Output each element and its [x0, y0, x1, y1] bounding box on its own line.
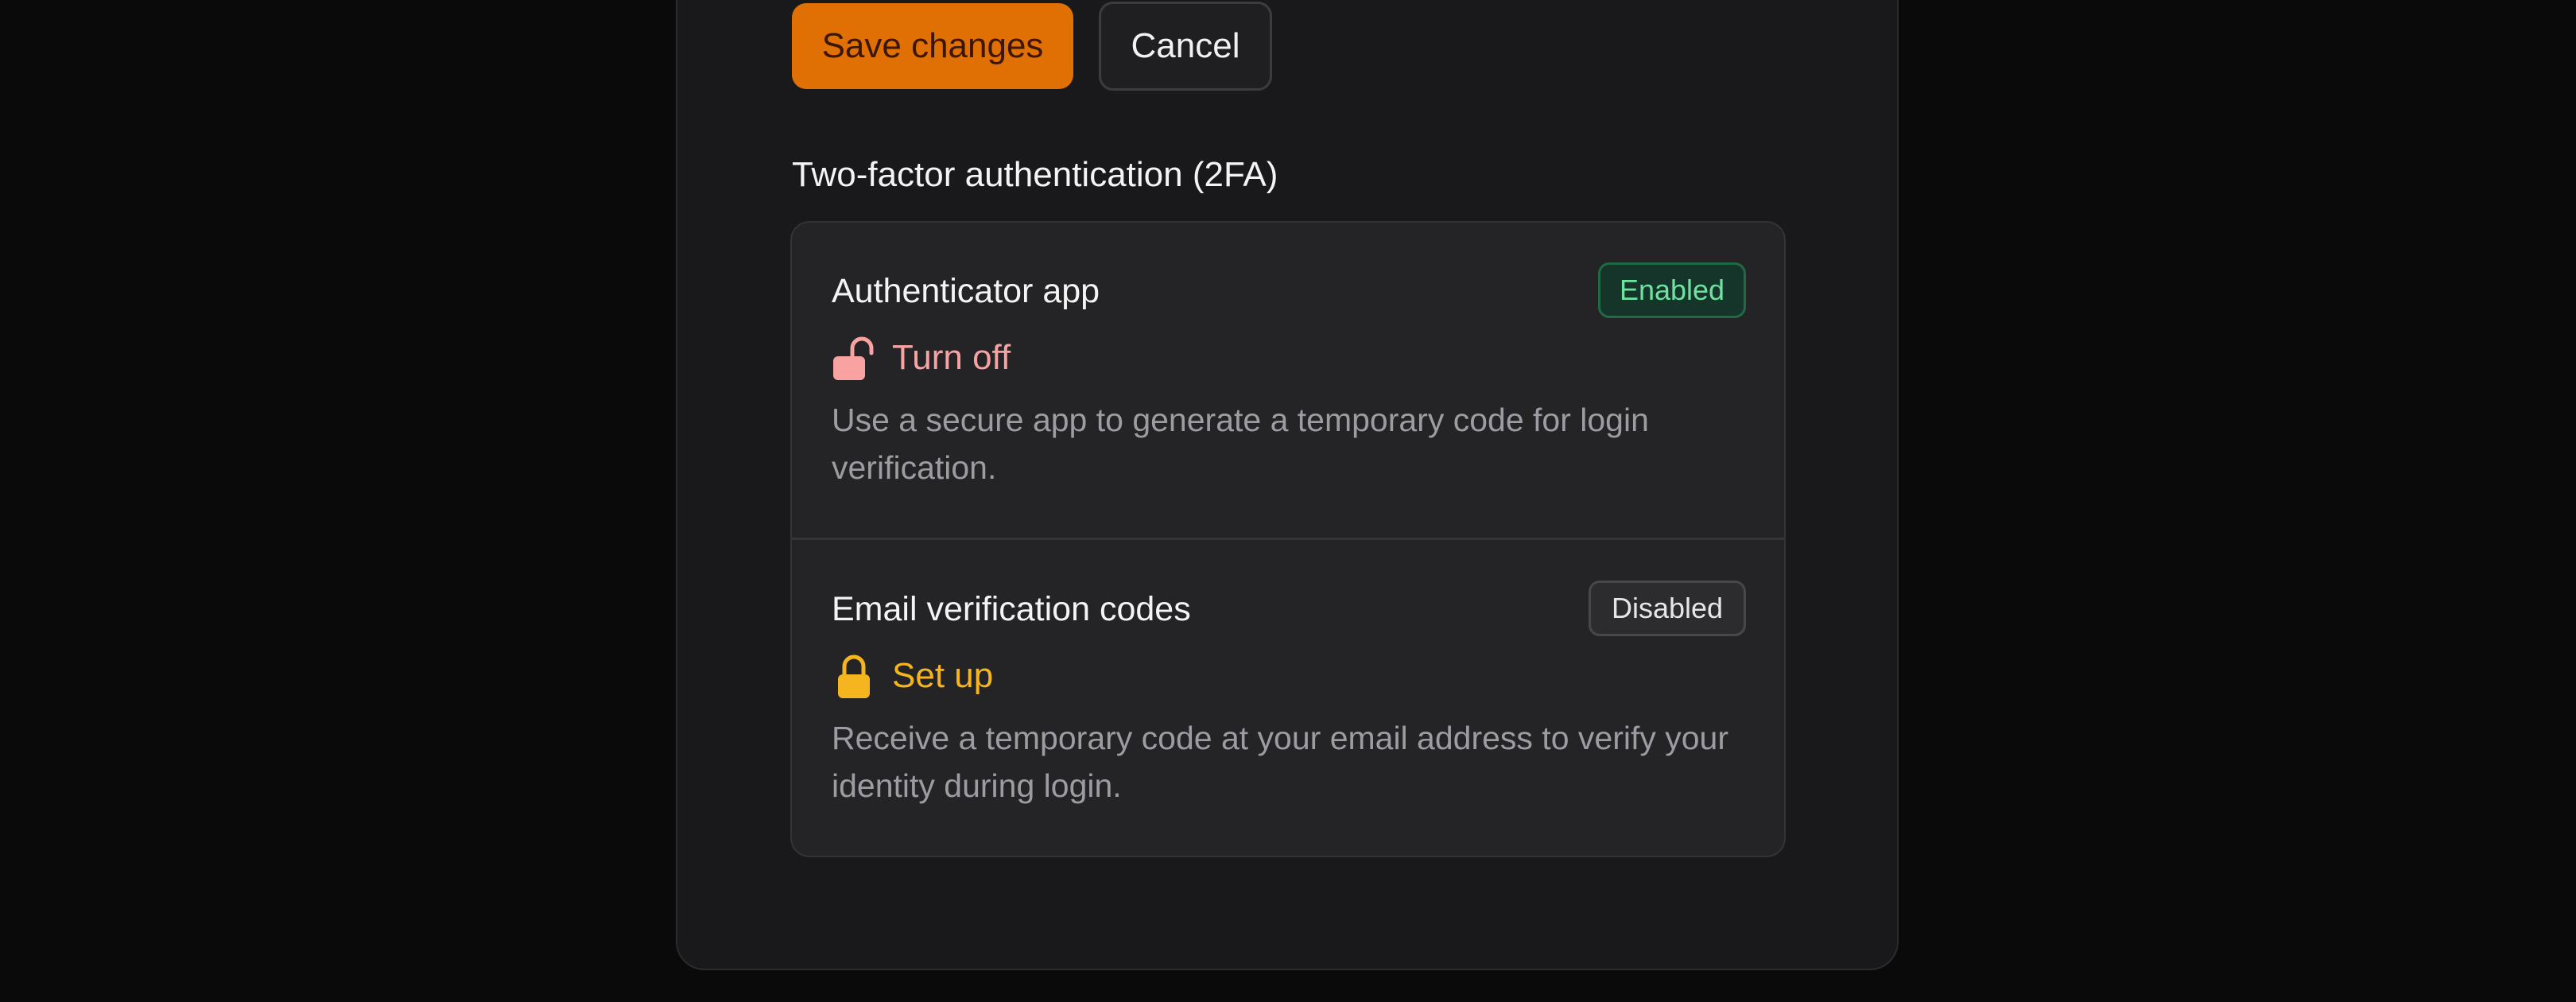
method-description-authenticator: Use a secure app to generate a temporary…: [832, 402, 1649, 486]
lock-icon: [832, 652, 876, 700]
status-badge-enabled: Enabled: [1598, 262, 1746, 318]
set-up-button[interactable]: Set up: [832, 652, 993, 700]
status-badge-disabled: Disabled: [1589, 581, 1746, 636]
divider: [792, 538, 1784, 540]
set-up-label: Set up: [892, 656, 994, 695]
turn-off-label: Turn off: [892, 338, 1011, 377]
section-title: Two-factor authentication (2FA): [792, 155, 1278, 194]
save-changes-button[interactable]: Save changes: [792, 3, 1073, 89]
method-name-authenticator: Authenticator app: [832, 272, 1100, 310]
turn-off-button[interactable]: Turn off: [832, 334, 1011, 382]
cancel-button[interactable]: Cancel: [1099, 2, 1272, 91]
method-description-email: Receive a temporary code at your email a…: [832, 720, 1729, 804]
unlock-icon: [832, 334, 876, 382]
two-factor-card: Authenticator app Enabled Turn off Use a…: [790, 221, 1786, 857]
method-name-email: Email verification codes: [832, 590, 1191, 628]
